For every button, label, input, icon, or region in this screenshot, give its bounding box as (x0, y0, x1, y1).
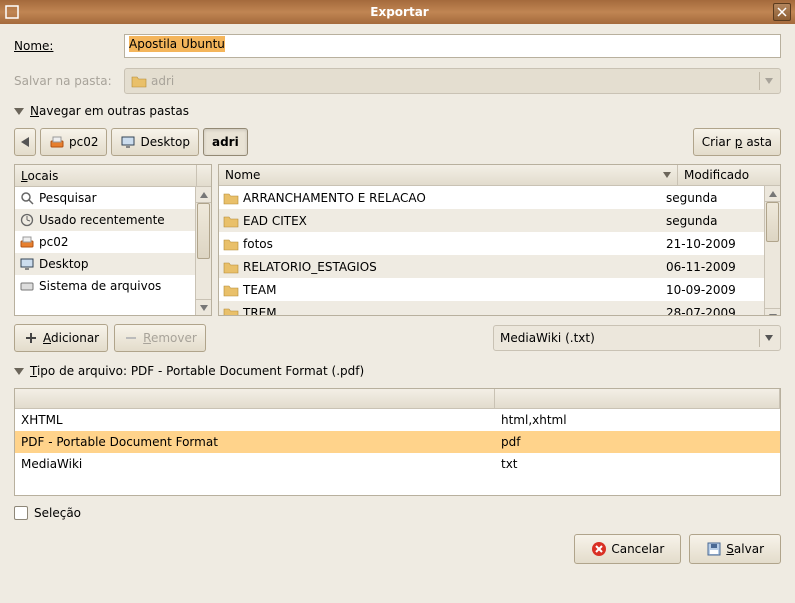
selection-checkbox[interactable] (14, 506, 28, 520)
folder-icon (223, 259, 239, 275)
file-row[interactable]: ARRANCHAMENTO E RELACAO segunda (219, 186, 764, 209)
format-combo[interactable]: MediaWiki (.txt) (493, 325, 781, 351)
folder-icon (223, 236, 239, 252)
folder-icon (223, 305, 239, 317)
name-label: Nome: (14, 39, 124, 53)
filetype-expander[interactable]: Tipo de arquivo: PDF - Portable Document… (14, 364, 781, 378)
file-mod: segunda (662, 191, 764, 205)
files-pane: Nome Modificado ARRANCHAMENTO E RELACAO s… (218, 164, 781, 316)
remove-button: Remover (114, 324, 206, 352)
scroll-up-icon[interactable] (765, 186, 780, 202)
format-value: MediaWiki (.txt) (500, 331, 595, 345)
disk-icon (19, 278, 35, 294)
folder-value: adri (151, 74, 174, 88)
file-row[interactable]: EAD CITEX segunda (219, 209, 764, 232)
scroll-down-icon[interactable] (196, 299, 211, 315)
files-col-mod[interactable]: Modificado (678, 165, 780, 185)
file-name: TREM (243, 306, 277, 317)
create-folder-button[interactable]: Criar pasta (693, 128, 781, 156)
cancel-button[interactable]: Cancelar (574, 534, 681, 564)
folder-icon (131, 73, 147, 89)
filetype-row[interactable]: PDF - Portable Document Formatpdf (15, 431, 780, 453)
file-name: TEAM (243, 283, 276, 297)
add-button[interactable]: Adicionar (14, 324, 108, 352)
drive-icon (19, 234, 35, 250)
file-mod: 10-09-2009 (662, 283, 764, 297)
save-icon (706, 541, 722, 557)
file-mod: 28-07-2009 (662, 306, 764, 317)
plus-icon (23, 330, 39, 346)
places-scrollbar[interactable] (195, 187, 211, 315)
name-input[interactable]: Apostila Ubuntu (124, 34, 781, 58)
path-segment-adri[interactable]: adri (203, 128, 248, 156)
desktop-icon (19, 256, 35, 272)
drive-icon (49, 134, 65, 150)
filetype-table: XHTMLhtml,xhtmlPDF - Portable Document F… (14, 388, 781, 496)
filetype-row[interactable]: XHTMLhtml,xhtml (15, 409, 780, 431)
file-row[interactable]: TREM 28-07-2009 (219, 301, 764, 316)
path-segment-desktop[interactable]: Desktop (111, 128, 199, 156)
save-button[interactable]: Salvar (689, 534, 781, 564)
chevron-down-icon (759, 329, 777, 347)
folder-icon (223, 282, 239, 298)
file-row[interactable]: fotos 21-10-2009 (219, 232, 764, 255)
type-name: PDF - Portable Document Format (15, 433, 495, 451)
sort-desc-icon (663, 172, 671, 178)
filetype-row[interactable]: MediaWikitxt (15, 453, 780, 475)
scroll-up-icon[interactable] (196, 187, 211, 203)
minus-icon (123, 330, 139, 346)
filetype-col-ext[interactable] (495, 389, 780, 408)
browse-expander-label: Navegar em outras pastas (30, 104, 189, 118)
file-name: EAD CITEX (243, 214, 307, 228)
place-filesystem[interactable]: Sistema de arquivos (15, 275, 195, 297)
places-spacer-header (197, 165, 211, 186)
close-button[interactable] (773, 3, 791, 21)
file-mod: segunda (662, 214, 764, 228)
places-pane: Locais Pesquisar Usado recentemente pc (14, 164, 212, 316)
file-row[interactable]: TEAM 10-09-2009 (219, 278, 764, 301)
type-name: MediaWiki (15, 455, 495, 473)
path-segment-pc02[interactable]: pc02 (40, 128, 107, 156)
scroll-down-icon[interactable] (765, 308, 780, 316)
place-recent[interactable]: Usado recentemente (15, 209, 195, 231)
place-pc02[interactable]: pc02 (15, 231, 195, 253)
desktop-icon (120, 134, 136, 150)
app-icon (4, 4, 20, 20)
file-name: ARRANCHAMENTO E RELACAO (243, 191, 426, 205)
file-row[interactable]: RELATORIO_ESTAGIOS 06-11-2009 (219, 255, 764, 278)
folder-icon (223, 190, 239, 206)
file-mod: 06-11-2009 (662, 260, 764, 274)
files-col-name[interactable]: Nome (219, 165, 678, 185)
scroll-thumb[interactable] (766, 202, 779, 242)
scroll-thumb[interactable] (197, 203, 210, 259)
filetype-expander-label: Tipo de arquivo: PDF - Portable Document… (30, 364, 364, 378)
titlebar: Exportar (0, 0, 795, 24)
type-name: XHTML (15, 411, 495, 429)
chevron-down-icon (759, 72, 777, 90)
search-icon (19, 190, 35, 206)
browse-expander[interactable]: Navegar em outras pastas (14, 104, 781, 118)
selection-label: Seleção (34, 506, 81, 520)
path-back-button[interactable] (14, 128, 36, 156)
files-scrollbar[interactable] (764, 186, 780, 316)
folder-label: Salvar na pasta: (14, 74, 124, 88)
place-desktop[interactable]: Desktop (15, 253, 195, 275)
file-mod: 21-10-2009 (662, 237, 764, 251)
file-name: fotos (243, 237, 273, 251)
folder-icon (223, 213, 239, 229)
folder-combo: adri (124, 68, 781, 94)
window-title: Exportar (26, 5, 773, 19)
places-header[interactable]: Locais (15, 165, 197, 186)
cancel-icon (591, 541, 607, 557)
type-ext: txt (495, 455, 780, 473)
type-ext: pdf (495, 433, 780, 451)
file-name: RELATORIO_ESTAGIOS (243, 260, 377, 274)
place-search[interactable]: Pesquisar (15, 187, 195, 209)
clock-icon (19, 212, 35, 228)
type-ext: html,xhtml (495, 411, 780, 429)
filetype-col-name[interactable] (15, 389, 495, 408)
chevron-down-icon (14, 108, 24, 115)
chevron-down-icon (14, 368, 24, 375)
